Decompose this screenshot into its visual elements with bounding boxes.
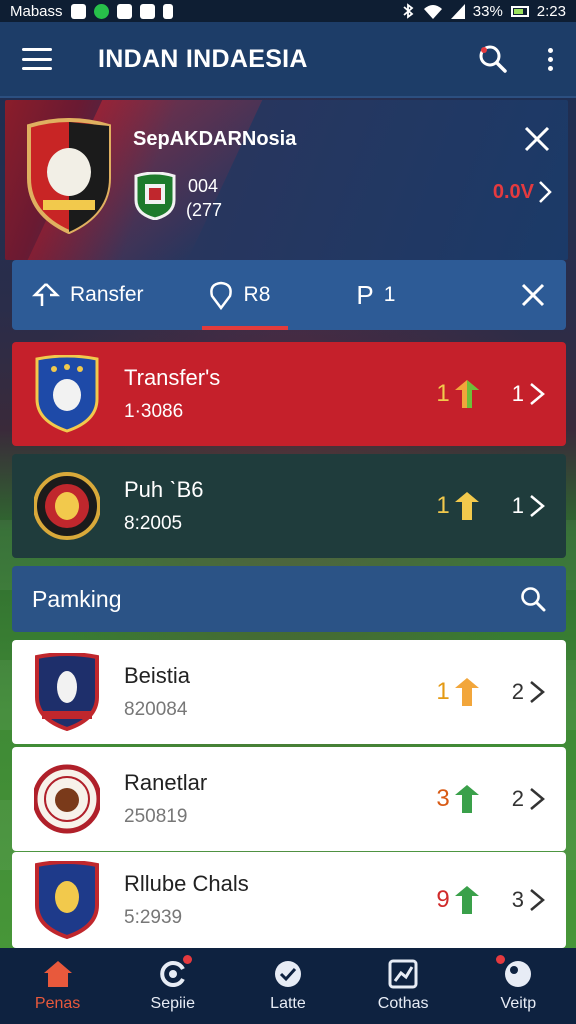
team-crest-icon <box>35 861 99 939</box>
refresh-icon <box>159 961 185 987</box>
nav-home[interactable]: Penas <box>8 959 108 1013</box>
tab-p1[interactable]: P 1 <box>356 260 395 330</box>
chevron-right-icon <box>530 383 545 405</box>
battery-icon <box>510 5 529 17</box>
wifi-icon <box>423 4 442 19</box>
team-crest-icon <box>34 764 100 834</box>
menu-icon[interactable] <box>22 48 52 70</box>
match-card[interactable]: SepAKDARNosia 004 (277 0.0V <box>5 100 568 260</box>
nav-sepiie[interactable]: Sepiie <box>123 955 223 1013</box>
chevron-right-icon <box>530 788 545 810</box>
v-notification-icon <box>116 3 132 19</box>
clock: 2:23 <box>536 2 566 20</box>
trend-up-icon <box>454 785 479 813</box>
p-icon: P <box>356 279 374 310</box>
team-rank: 3 <box>436 785 450 812</box>
camera-notification-icon <box>139 3 155 19</box>
chevron-right-icon <box>539 181 552 203</box>
team-name: Transfer's <box>124 365 221 390</box>
arrow-icon <box>32 283 60 306</box>
featured-team-row[interactable]: Transfer's 1·3086 1 1 <box>12 342 566 446</box>
nav-label: Penas <box>34 995 81 1012</box>
team-stat: 1·3086 <box>124 401 184 422</box>
team-crest-icon <box>34 472 100 540</box>
team-rank: 1 <box>436 678 450 705</box>
nav-label: Latte <box>270 995 306 1012</box>
tab-r8[interactable]: R8 <box>201 260 289 330</box>
bottom-navigation: Penas Sepiie Latte Cothas Veitp <box>0 948 576 1024</box>
ball-icon <box>505 961 532 987</box>
team-position: 1 <box>511 381 524 406</box>
trend-up-icon <box>454 492 479 520</box>
team-stat: 5:2939 <box>124 907 183 928</box>
bluetooth-icon <box>403 3 414 19</box>
team-rank: 1 <box>436 492 450 519</box>
match-score-bottom: (277 <box>186 200 223 220</box>
app-bar: INDAN INDAESIA <box>0 22 576 98</box>
team-stat: 8:2005 <box>124 513 183 534</box>
nav-cothas[interactable]: Cothas <box>353 959 453 1013</box>
trend-up-icon <box>454 886 479 914</box>
ranking-header: Pamking <box>12 566 566 632</box>
nav-label: Cothas <box>377 995 429 1012</box>
team-crest-icon <box>35 653 99 731</box>
signal-icon <box>450 3 465 19</box>
trend-up-icon <box>454 678 479 706</box>
team-name: Ranetlar <box>124 770 208 795</box>
team-stat: 250819 <box>124 806 188 827</box>
more-options-icon[interactable] <box>548 47 554 71</box>
battery-percent: 33% <box>472 2 503 20</box>
tab-label: Ransfer <box>70 283 144 306</box>
team-rank: 1 <box>436 380 450 407</box>
team-rank: 9 <box>436 886 450 913</box>
team-position: 2 <box>511 786 524 811</box>
chart-icon <box>388 959 418 989</box>
close-icon[interactable] <box>522 124 552 154</box>
status-bar: Mabass 33% 2:23 <box>0 0 576 22</box>
app-title: INDAN INDAESIA <box>98 44 308 73</box>
chevron-right-icon <box>530 495 545 517</box>
location-icon <box>209 281 232 310</box>
team-name: Beistia <box>124 663 191 688</box>
club-crest-icon <box>27 118 111 234</box>
odds-link[interactable]: 0.0V <box>493 180 552 204</box>
search-icon[interactable] <box>478 44 508 74</box>
carrier-label: Mabass <box>10 2 63 20</box>
team-name: Puh ˋB6 <box>124 477 204 502</box>
nav-veitp[interactable]: Veitp <box>468 955 568 1013</box>
tab-bar: Ransfer R8 P 1 <box>12 260 566 330</box>
odds-value: 0.0V <box>492 180 534 203</box>
nav-latte[interactable]: Latte <box>238 959 338 1013</box>
notification-icon <box>70 3 86 19</box>
team-name: Rllube Chals <box>124 871 249 896</box>
opponent-crest-icon <box>134 172 176 220</box>
match-score-top: 004 <box>188 176 219 196</box>
check-icon <box>274 961 301 987</box>
close-icon[interactable] <box>520 282 546 308</box>
nav-label: Sepiie <box>150 995 196 1012</box>
chevron-right-icon <box>530 889 545 911</box>
tab-label: 1 <box>383 283 396 306</box>
trend-up-icon <box>454 380 479 408</box>
home-icon <box>43 961 72 987</box>
ranking-row[interactable]: Rllube Chals 5:2939 9 3 <box>12 852 566 948</box>
nav-label: Veitp <box>500 995 537 1012</box>
league-name: SepAKDARNosia <box>133 128 297 150</box>
ranking-row[interactable]: Ranetlar 250819 3 2 <box>12 747 566 851</box>
team-stat: 820084 <box>124 699 188 720</box>
ranking-label: Pamking <box>32 585 122 612</box>
featured-team-row[interactable]: Puh ˋB6 8:2005 1 1 <box>12 454 566 558</box>
tab-label: R8 <box>243 283 271 306</box>
tab-transfer[interactable]: Ransfer <box>32 260 144 330</box>
team-position: 1 <box>511 493 524 518</box>
sd-card-icon <box>162 3 173 19</box>
search-icon[interactable] <box>520 586 546 612</box>
ranking-row[interactable]: Beistia 820084 1 2 <box>12 640 566 744</box>
team-position: 2 <box>511 679 524 704</box>
team-crest-icon <box>35 355 99 433</box>
team-position: 3 <box>511 887 524 912</box>
app-notification-icon <box>93 3 109 19</box>
chevron-right-icon <box>530 681 545 703</box>
